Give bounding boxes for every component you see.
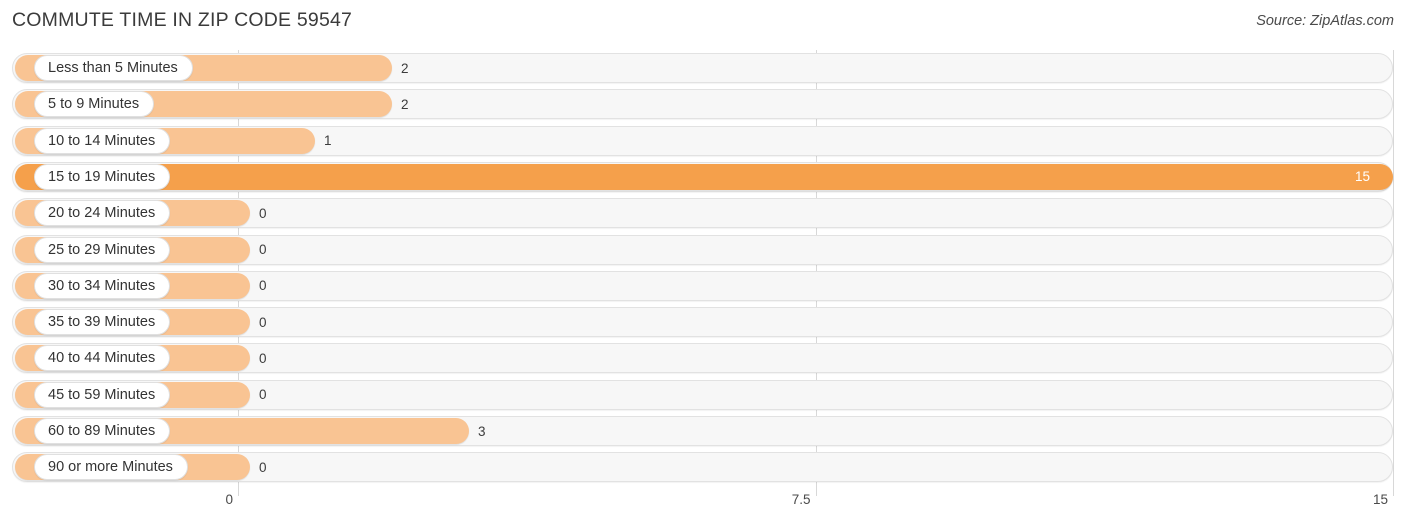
bar-row[interactable]: 25 to 29 Minutes 0: [12, 234, 1393, 265]
bar-value-label: 0: [259, 350, 267, 366]
bar-value-label: 3: [478, 423, 486, 439]
bar-row[interactable]: 30 to 34 Minutes 0: [12, 270, 1393, 301]
bar-category-label: 25 to 29 Minutes: [34, 236, 171, 263]
bar-row[interactable]: 20 to 24 Minutes 0: [12, 198, 1393, 229]
bar-value-label: 0: [259, 314, 267, 330]
bar-value-label-inside: 15: [1355, 169, 1371, 185]
page-title: COMMUTE TIME IN ZIP CODE 59547: [12, 9, 353, 31]
plot-area: Less than 5 Minutes 2 5 to 9 Minutes 2 10 to…: [0, 50, 1406, 487]
bar-category-label: 35 to 39 Minutes: [34, 309, 171, 336]
bar-row[interactable]: Less than 5 Minutes 2: [12, 53, 1393, 83]
bar-category-label: 45 to 59 Minutes: [34, 381, 171, 408]
bar-value-label: 2: [401, 96, 409, 112]
bar-category-label: 30 to 34 Minutes: [34, 272, 171, 299]
bar-category-label: 40 to 44 Minutes: [34, 345, 171, 372]
bar-category-label: 5 to 9 Minutes: [34, 91, 155, 118]
bar-row[interactable]: 45 to 59 Minutes 0: [12, 379, 1393, 410]
source-attribution: Source: ZipAtlas.com: [1256, 13, 1394, 29]
axis-tick-mark: [238, 487, 239, 496]
axis-tick-label: 15: [1372, 492, 1388, 507]
axis-tick-label: 7.5: [791, 492, 811, 507]
bar-category-label: 15 to 19 Minutes: [34, 163, 171, 190]
bar-row[interactable]: 15 to 19 Minutes 15: [12, 161, 1393, 192]
x-axis: 0 7.5 15: [0, 487, 1406, 523]
axis-tick-label: 0: [225, 492, 233, 507]
bar-value-label: 0: [259, 205, 267, 221]
bar-value-label: 2: [401, 60, 409, 76]
bar-value-label: 0: [259, 459, 267, 475]
bar-category-label: 90 or more Minutes: [34, 454, 188, 481]
bar-row[interactable]: 10 to 14 Minutes 1: [12, 125, 1393, 156]
bar-row[interactable]: 60 to 89 Minutes 3: [12, 416, 1393, 446]
axis-tick-mark: [1393, 487, 1394, 496]
bar-row[interactable]: 40 to 44 Minutes 0: [12, 343, 1393, 374]
bar-category-label: Less than 5 Minutes: [34, 55, 193, 81]
bar-value-label: 0: [259, 278, 267, 294]
bar-value-label: 0: [259, 242, 267, 257]
bar-category-label: 10 to 14 Minutes: [34, 127, 171, 154]
bar-row[interactable]: 5 to 9 Minutes 2: [12, 89, 1393, 120]
commute-time-bar-chart: COMMUTE TIME IN ZIP CODE 59547 Source: Z…: [0, 0, 1406, 523]
axis-tick-mark: [815, 487, 817, 496]
bar-category-label: 20 to 24 Minutes: [34, 200, 171, 227]
bar-fill: [15, 163, 1393, 190]
bar-row[interactable]: 35 to 39 Minutes 0: [12, 307, 1393, 338]
gridline-15: [1393, 50, 1394, 487]
bar-row[interactable]: 90 or more Minutes 0: [12, 452, 1393, 483]
bar-value-label: 0: [259, 387, 267, 403]
bar-category-label: 60 to 89 Minutes: [34, 418, 171, 444]
bar-value-label: 1: [324, 133, 332, 149]
